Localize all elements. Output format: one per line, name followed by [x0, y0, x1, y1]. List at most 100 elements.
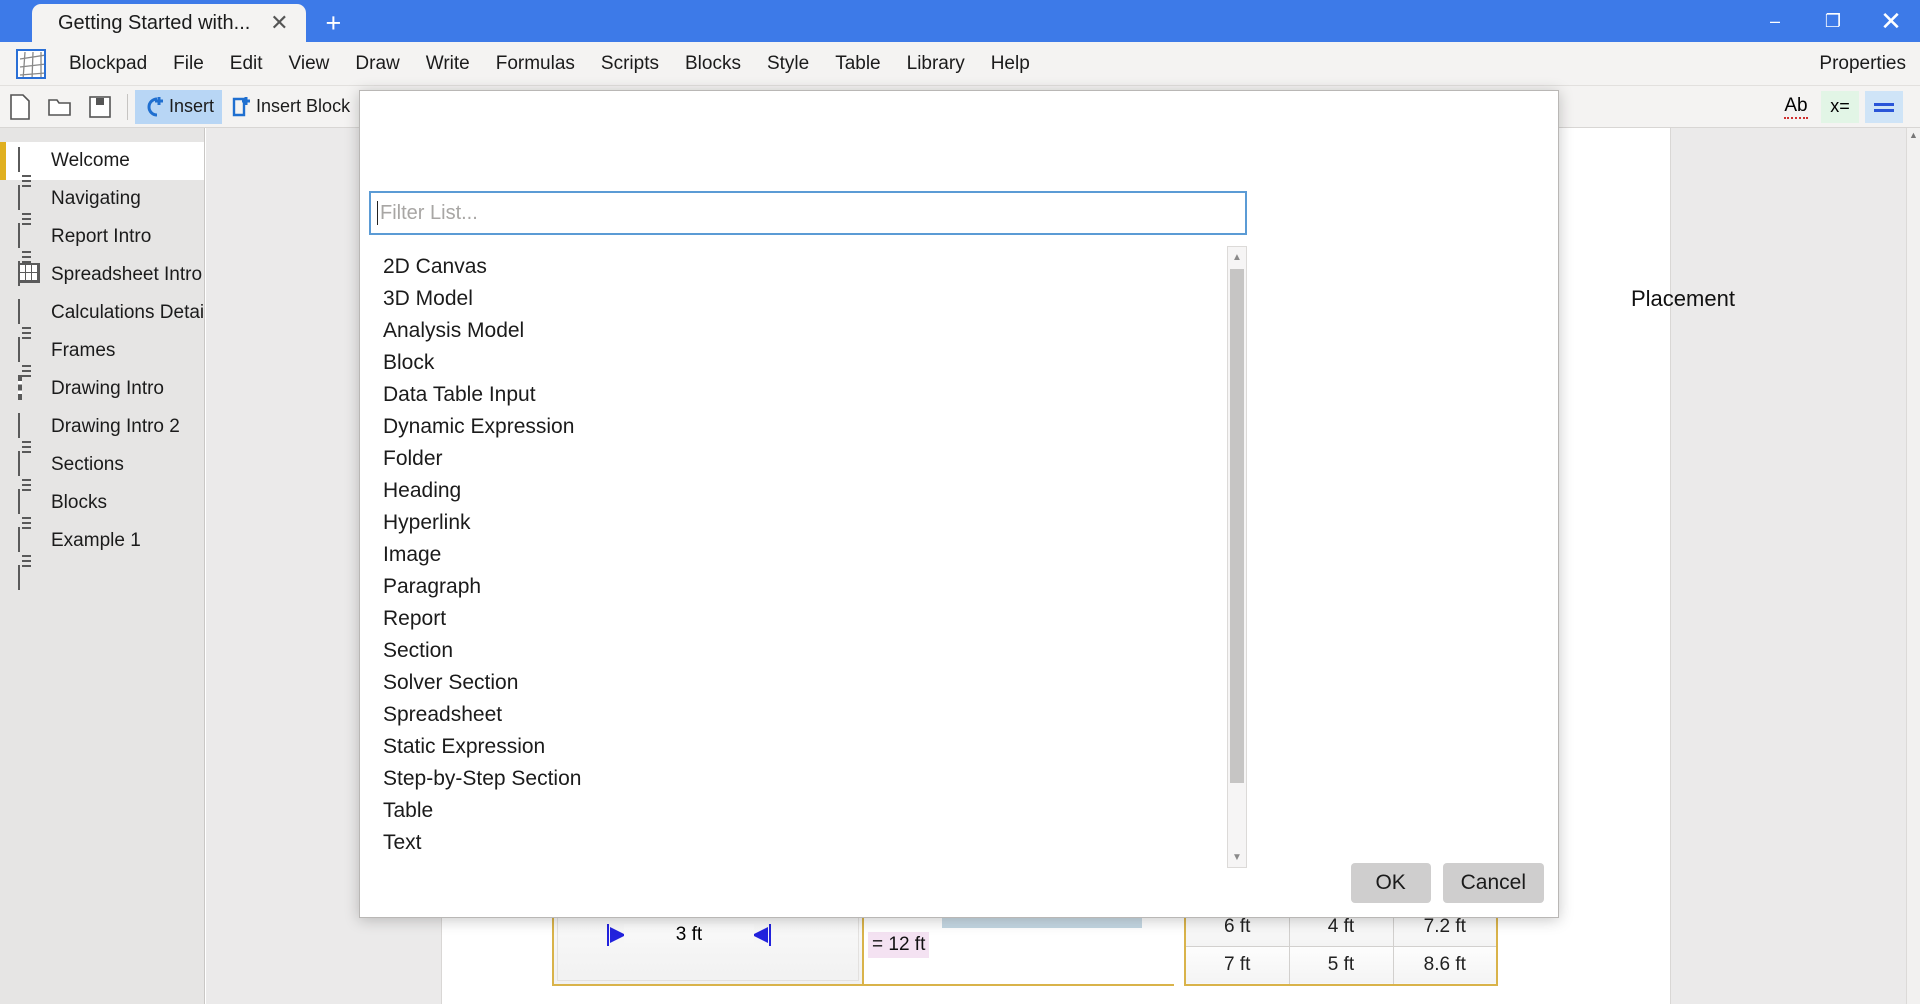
insert-icon — [147, 96, 163, 116]
list-item[interactable]: Folder — [369, 443, 1227, 475]
sidebar-item-drawing-intro[interactable]: Drawing Intro — [0, 370, 204, 408]
cancel-button[interactable]: Cancel — [1442, 863, 1544, 903]
menu-item-scripts[interactable]: Scripts — [588, 42, 672, 86]
document-icon — [18, 489, 40, 552]
insert-type-list: 2D Canvas 3D Model Analysis Model Block Data… — [369, 246, 1227, 868]
sidebar-item-drawing-intro-2[interactable]: Drawing Intro 2 — [0, 408, 204, 476]
sidebar-item-label: Navigating — [51, 188, 141, 209]
menu-item-formulas[interactable]: Formulas — [483, 42, 588, 86]
sidebar-item-spreadsheet-intro[interactable]: Spreadsheet Intro — [0, 256, 204, 294]
chevron-up-icon[interactable]: ▲ — [1228, 247, 1246, 267]
menu-item-write[interactable]: Write — [413, 42, 483, 86]
sidebar-item-welcome[interactable]: Welcome — [0, 142, 204, 210]
document-icon — [18, 223, 40, 286]
list-item[interactable]: Paragraph — [369, 571, 1227, 603]
tab-title: Getting Started with... — [58, 11, 251, 34]
menu-item-edit[interactable]: Edit — [217, 42, 276, 86]
menu-item-draw[interactable]: Draw — [342, 42, 412, 86]
list-item[interactable]: Dynamic Expression — [369, 411, 1227, 443]
menu-item-blockpad[interactable]: Blockpad — [56, 42, 160, 86]
sidebar-item-calculations-detail[interactable]: Calculations Detail — [0, 294, 204, 362]
scroll-up-icon[interactable]: ▲ — [1907, 128, 1920, 142]
x-equals-icon[interactable]: x= — [1821, 90, 1859, 123]
close-window-icon[interactable]: ✕ — [1862, 0, 1920, 42]
list-item[interactable]: Section — [369, 635, 1227, 667]
sidebar-item-blocks[interactable]: Blocks — [0, 484, 204, 552]
drawing-icon — [18, 375, 40, 401]
list-item[interactable]: Solver Section — [369, 667, 1227, 699]
list-item[interactable]: Data Table Input — [369, 379, 1227, 411]
table-cell[interactable]: 7 ft — [1184, 945, 1290, 986]
list-item[interactable]: 3D Model — [369, 283, 1227, 315]
save-icon[interactable] — [83, 90, 117, 124]
sidebar: Welcome Navigating Report Intro Spreadsheet… — [0, 128, 205, 1004]
sidebar-item-label: Example 1 — [51, 530, 141, 551]
list-item[interactable]: 2D Canvas — [369, 251, 1227, 283]
menu-item-view[interactable]: View — [276, 42, 343, 86]
sidebar-item-list: Welcome Navigating Report Intro Spreadsheet… — [0, 142, 204, 590]
chevron-down-icon[interactable]: ▼ — [1228, 847, 1246, 867]
spreadsheet-icon — [18, 263, 40, 287]
dimension-value: 3 ft — [624, 924, 754, 946]
list-item[interactable]: Block — [369, 347, 1227, 379]
document-icon — [18, 413, 40, 476]
list-item[interactable]: Report — [369, 603, 1227, 635]
sidebar-item-label: Welcome — [51, 150, 130, 171]
document-icon — [18, 147, 40, 210]
list-item[interactable]: Static Expression — [369, 731, 1227, 763]
close-tab-icon[interactable]: ✕ — [266, 10, 292, 36]
insert-button[interactable]: Insert — [135, 89, 223, 124]
sidebar-item-sections[interactable]: Sections — [0, 446, 204, 514]
new-tab-icon[interactable]: + — [312, 4, 354, 42]
sidebar-item-label: Blocks — [51, 492, 107, 513]
menu-item-table[interactable]: Table — [822, 42, 893, 86]
list-item[interactable]: Text — [369, 827, 1227, 859]
sidebar-item-label: Drawing Intro 2 — [51, 416, 180, 437]
table-cell[interactable]: 5 ft — [1288, 945, 1394, 986]
insert-block-label: Insert Block — [256, 96, 351, 116]
list-item[interactable]: Spreadsheet — [369, 699, 1227, 731]
list-item[interactable]: Table — [369, 795, 1227, 827]
menu-item-help[interactable]: Help — [978, 42, 1043, 86]
open-folder-icon[interactable] — [43, 90, 77, 124]
toolbar-separator — [127, 93, 128, 120]
sidebar-item-navigating[interactable]: Navigating — [0, 180, 204, 248]
insert-dialog: Filter List... Placement 2D Canvas 3D Mod… — [359, 90, 1735, 918]
filter-placeholder: Filter List... — [380, 201, 478, 224]
insert-type-listbox[interactable]: 2D Canvas 3D Model Analysis Model Block Data… — [369, 246, 1247, 868]
sidebar-item-report-intro[interactable]: Report Intro — [0, 218, 204, 286]
list-item[interactable]: Image — [369, 539, 1227, 571]
list-item[interactable]: Heading — [369, 475, 1227, 507]
browser-tab[interactable]: Getting Started with... ✕ — [32, 4, 307, 42]
dialog-buttons: OK Cancel — [1350, 863, 1544, 903]
menu-item-file[interactable]: File — [160, 42, 217, 86]
menu-item-library[interactable]: Library — [894, 42, 978, 86]
list-item[interactable]: Analysis Model — [369, 315, 1227, 347]
list-item[interactable]: Hyperlink — [369, 507, 1227, 539]
spellcheck-Ab-icon[interactable]: Ab — [1777, 91, 1815, 123]
sidebar-top-spacer — [0, 128, 204, 142]
restore-icon[interactable]: ❐ — [1804, 0, 1862, 42]
ok-button[interactable]: OK — [1350, 863, 1431, 903]
insert-block-button[interactable]: Insert Block — [222, 90, 358, 124]
table-cell[interactable]: 8.6 ft — [1392, 945, 1498, 986]
data-table[interactable]: 6 ft 4 ft 7.2 ft 7 ft 5 ft 8.6 ft — [1184, 906, 1498, 986]
new-document-icon[interactable] — [3, 90, 37, 124]
properties-label[interactable]: Properties — [1819, 53, 1906, 75]
list-vertical-scrollbar[interactable]: ▲ ▼ — [1227, 246, 1247, 868]
sidebar-item-frames[interactable]: Frames — [0, 332, 204, 400]
filter-input[interactable]: Filter List... — [369, 191, 1247, 235]
menu-item-style[interactable]: Style — [754, 42, 822, 86]
minimize-icon[interactable]: – — [1746, 0, 1804, 42]
menu-item-blocks[interactable]: Blocks — [672, 42, 754, 86]
table-row: 7 ft 5 ft 8.6 ft — [1184, 945, 1498, 986]
sidebar-item-example-1[interactable]: Example 1 — [0, 522, 204, 590]
sidebar-item-label: Sections — [51, 454, 124, 475]
sidebar-item-label: Report Intro — [51, 226, 152, 247]
window-controls: – ❐ ✕ — [1746, 0, 1920, 42]
equals-icon[interactable] — [1865, 90, 1903, 123]
list-item[interactable]: Step-by-Step Section — [369, 763, 1227, 795]
main-vertical-scrollbar[interactable]: ▲ — [1906, 128, 1920, 1004]
scrollbar-thumb[interactable] — [1230, 269, 1244, 783]
insert-dialog-body: Filter List... Placement 2D Canvas 3D Mod… — [360, 91, 1735, 917]
